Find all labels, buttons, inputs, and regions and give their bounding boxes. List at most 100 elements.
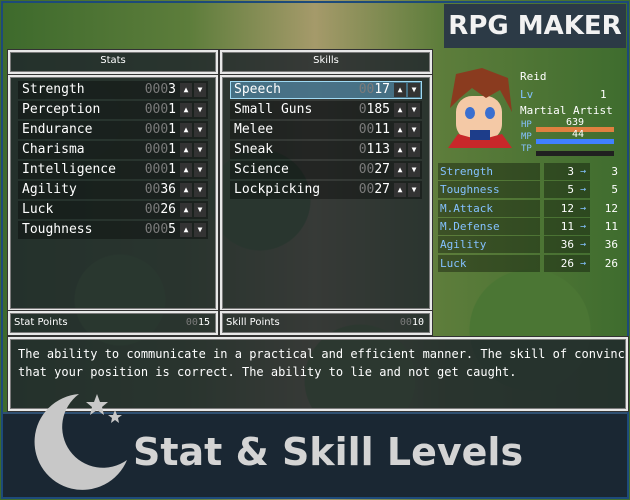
increase-arrow-icon[interactable]: ▲ <box>180 203 192 217</box>
hp-label: HP <box>521 120 532 130</box>
stat-row-charisma[interactable]: Charisma 0001 ▲ ▼ <box>18 141 208 159</box>
actor-name: Reid <box>520 70 547 83</box>
param-next: 36 <box>604 238 618 252</box>
stat-value: 0036 <box>144 182 176 197</box>
stat-row-endurance[interactable]: Endurance 0001 ▲ ▼ <box>18 121 208 139</box>
param-name: Agility <box>438 236 540 254</box>
banner-title: Stat & Skill Levels <box>133 430 524 474</box>
param-row-agility: Agility 36 → 36 <box>438 236 622 254</box>
increase-arrow-icon[interactable]: ▲ <box>394 103 406 117</box>
skill-value: 0017 <box>358 82 390 97</box>
stat-label: Endurance <box>22 122 93 137</box>
param-name: M.Attack <box>438 199 540 217</box>
increase-arrow-icon[interactable]: ▲ <box>180 143 192 157</box>
decrease-arrow-icon[interactable]: ▼ <box>408 163 420 177</box>
decrease-arrow-icon[interactable]: ▼ <box>408 143 420 157</box>
decrease-arrow-icon[interactable]: ▼ <box>194 183 206 197</box>
skill-row-lockpicking[interactable]: Lockpicking 0027 ▲ ▼ <box>230 181 422 199</box>
increase-arrow-icon[interactable]: ▲ <box>394 83 406 97</box>
stat-label: Charisma <box>22 142 85 157</box>
param-name: Strength <box>438 163 540 180</box>
decrease-arrow-icon[interactable]: ▼ <box>194 123 206 137</box>
increase-arrow-icon[interactable]: ▲ <box>394 163 406 177</box>
increase-arrow-icon[interactable]: ▲ <box>180 103 192 117</box>
decrease-arrow-icon[interactable]: ▼ <box>408 83 420 97</box>
skill-label: Small Guns <box>234 102 313 117</box>
stat-value: 0001 <box>144 142 176 157</box>
stat-points-window: Stat Points 0015 <box>8 311 218 335</box>
stat-label: Intelligence <box>22 162 116 177</box>
stat-points-value: 0015 <box>185 317 210 328</box>
param-row-strength: Strength 3 → 3 <box>438 163 622 181</box>
stat-row-strength[interactable]: Strength 0003 ▲ ▼ <box>18 81 208 99</box>
param-next: 12 <box>604 201 618 215</box>
skill-row-small-guns[interactable]: Small Guns 0185 ▲ ▼ <box>230 101 422 119</box>
mp-label: MP <box>521 132 532 142</box>
actor-portrait <box>442 68 518 150</box>
increase-arrow-icon[interactable]: ▲ <box>394 123 406 137</box>
skill-value: 0027 <box>358 182 390 197</box>
decrease-arrow-icon[interactable]: ▼ <box>194 83 206 97</box>
right-arrow-icon: → <box>580 220 587 232</box>
skill-points-window: Skill Points 0010 <box>220 311 432 335</box>
param-name: Luck <box>438 254 540 272</box>
stat-value: 0001 <box>144 122 176 137</box>
skill-row-science[interactable]: Science 0027 ▲ ▼ <box>230 161 422 179</box>
stat-label: Toughness <box>22 222 93 237</box>
decrease-arrow-icon[interactable]: ▼ <box>194 103 206 117</box>
stat-value: 0001 <box>144 162 176 177</box>
increase-arrow-icon[interactable]: ▲ <box>394 143 406 157</box>
decrease-arrow-icon[interactable]: ▼ <box>408 103 420 117</box>
actor-level: 1 <box>600 88 607 101</box>
skill-points-value: 0010 <box>399 317 424 328</box>
skill-label: Melee <box>234 122 274 137</box>
skill-row-melee[interactable]: Melee 0011 ▲ ▼ <box>230 121 422 139</box>
stats-title: Stats <box>100 55 126 66</box>
stat-row-perception[interactable]: Perception 0001 ▲ ▼ <box>18 101 208 119</box>
increase-arrow-icon[interactable]: ▲ <box>180 163 192 177</box>
param-next: 26 <box>604 256 618 270</box>
decrease-arrow-icon[interactable]: ▼ <box>194 223 206 237</box>
stat-row-intelligence[interactable]: Intelligence 0001 ▲ ▼ <box>18 161 208 179</box>
stat-label: Luck <box>22 202 54 217</box>
increase-arrow-icon[interactable]: ▲ <box>180 123 192 137</box>
stat-points-label: Stat Points <box>14 317 68 328</box>
hp-value: 639 <box>566 117 585 128</box>
increase-arrow-icon[interactable]: ▲ <box>180 183 192 197</box>
skill-row-speech[interactable]: Speech 0017 ▲ ▼ <box>230 81 422 99</box>
actor-class: Martial Artist <box>520 104 613 117</box>
param-next: 3 <box>611 165 618 178</box>
increase-arrow-icon[interactable]: ▲ <box>180 83 192 97</box>
stat-row-luck[interactable]: Luck 0026 ▲ ▼ <box>18 201 208 219</box>
skill-label: Lockpicking <box>234 182 321 197</box>
param-name: M.Defense <box>438 217 540 235</box>
param-next: 5 <box>611 183 618 197</box>
stat-value: 0003 <box>144 82 176 97</box>
skill-value: 0185 <box>358 102 390 117</box>
skill-value: 0113 <box>358 142 390 157</box>
skill-label: Speech <box>234 82 281 97</box>
right-arrow-icon: → <box>580 239 587 251</box>
right-arrow-icon: → <box>580 202 587 214</box>
stats-list-window: Strength 0003 ▲ ▼ Perception 0001 ▲ ▼ Endurance 0… <box>8 75 218 311</box>
increase-arrow-icon[interactable]: ▲ <box>180 223 192 237</box>
decrease-arrow-icon[interactable]: ▼ <box>408 123 420 137</box>
skill-value: 0027 <box>358 162 390 177</box>
stat-row-agility[interactable]: Agility 0036 ▲ ▼ <box>18 181 208 199</box>
increase-arrow-icon[interactable]: ▲ <box>394 183 406 197</box>
stat-row-toughness[interactable]: Toughness 0005 ▲ ▼ <box>18 221 208 239</box>
decrease-arrow-icon[interactable]: ▼ <box>408 183 420 197</box>
rpg-maker-logo: RPG MAKER <box>444 4 626 48</box>
decrease-arrow-icon[interactable]: ▼ <box>194 203 206 217</box>
stat-label: Agility <box>22 182 77 197</box>
description-line-1: The ability to communicate in a practica… <box>18 347 628 361</box>
skills-title: Skills <box>313 55 339 66</box>
moon-stars-icon <box>34 394 127 490</box>
param-next: 11 <box>604 219 618 233</box>
skill-label: Sneak <box>234 142 274 157</box>
skills-list-window: Speech 0017 ▲ ▼ Small Guns 0185 ▲ ▼ Melee 0011 ▲ ▼ S… <box>220 75 432 311</box>
stat-value: 0001 <box>144 102 176 117</box>
decrease-arrow-icon[interactable]: ▼ <box>194 143 206 157</box>
skill-row-sneak[interactable]: Sneak 0113 ▲ ▼ <box>230 141 422 159</box>
decrease-arrow-icon[interactable]: ▼ <box>194 163 206 177</box>
